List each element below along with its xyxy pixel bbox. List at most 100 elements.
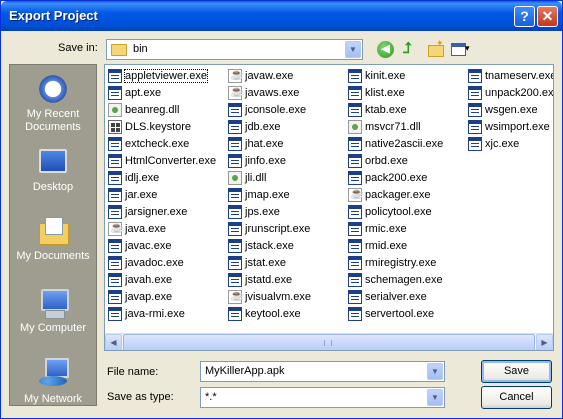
file-name: wsgen.exe	[485, 104, 538, 116]
save-in-dropdown[interactable]: bin ▼	[106, 39, 363, 60]
place-my-documents[interactable]: My Documents	[10, 215, 96, 263]
file-name: javaw.exe	[245, 70, 294, 82]
file-name: kinit.exe	[365, 70, 406, 82]
dll-file-icon	[228, 171, 242, 185]
exe-file-icon	[228, 307, 242, 321]
file-name: jar.exe	[125, 189, 158, 201]
my-computer-icon	[37, 287, 69, 319]
chevron-down-icon[interactable]: ▼	[345, 41, 361, 58]
exe-file-icon	[468, 120, 482, 134]
scroll-left-icon[interactable]: ◀	[105, 334, 122, 350]
place-label: My Network	[23, 393, 83, 405]
exe-file-icon	[468, 86, 482, 100]
chevron-down-icon[interactable]: ▼	[427, 363, 443, 380]
file-name: appletviewer.exe	[124, 69, 208, 83]
java-file-icon	[108, 221, 124, 236]
exe-file-icon	[228, 256, 242, 270]
java-file-icon	[228, 68, 244, 83]
exe-file-icon	[108, 154, 122, 168]
exe-file-icon	[228, 222, 242, 236]
place-label: My Documents	[16, 250, 90, 262]
java-file-icon	[228, 289, 244, 304]
place-my-network[interactable]: My Network	[10, 358, 96, 406]
file-name: jarsigner.exe	[125, 206, 188, 218]
file-name: jdb.exe	[245, 121, 281, 133]
file-name: jstack.exe	[245, 240, 294, 252]
place-desktop[interactable]: Desktop	[10, 145, 96, 194]
file-name: jvisualvm.exe	[245, 291, 312, 303]
file-name: packager.exe	[365, 189, 431, 201]
file-name: javap.exe	[125, 291, 173, 303]
cancel-button[interactable]: Cancel	[481, 386, 552, 409]
file-name: beanreg.dll	[125, 104, 180, 116]
exe-file-icon	[348, 137, 362, 151]
file-name: jrunscript.exe	[245, 223, 311, 235]
exe-file-icon	[348, 103, 362, 117]
folder-icon	[111, 44, 127, 56]
save-as-type-label: Save as type:	[107, 391, 174, 403]
file-name: tnameserv.exe	[485, 70, 554, 82]
exe-file-icon	[348, 222, 362, 236]
recent-documents-icon	[37, 73, 69, 105]
close-button[interactable]: ✕	[537, 6, 558, 27]
place-my-computer[interactable]: My Computer	[10, 287, 96, 335]
exe-file-icon	[108, 188, 122, 202]
exe-file-icon	[228, 103, 242, 117]
exe-file-icon	[228, 273, 242, 287]
save-as-type-value: *.*	[205, 391, 217, 403]
title-bar[interactable]: Export Project ? ✕	[1, 1, 562, 31]
exe-file-icon	[348, 273, 362, 287]
save-button[interactable]: Save	[481, 360, 552, 383]
file-name: orbd.exe	[365, 155, 408, 167]
new-folder-icon[interactable]	[426, 38, 446, 58]
views-menu-icon[interactable]	[450, 40, 470, 58]
file-name: java.exe	[125, 223, 166, 235]
export-project-dialog: Export Project ? ✕ Save in: bin ▼ ◀ ⮥ My…	[0, 0, 563, 419]
file-name: javac.exe	[125, 240, 172, 252]
file-list[interactable]: appletviewer.exe apt.exe beanreg.dll DLS.ke…	[104, 64, 554, 351]
file-name: msvcr71.dll	[365, 121, 421, 133]
back-icon[interactable]: ◀	[377, 41, 394, 58]
exe-file-icon	[228, 188, 242, 202]
scroll-right-icon[interactable]: ▶	[536, 334, 553, 350]
file-name: servertool.exe	[365, 308, 435, 320]
grip-icon	[324, 340, 332, 346]
save-in-value: bin	[133, 43, 148, 55]
scrollbar-thumb[interactable]	[123, 334, 535, 350]
java-file-icon	[228, 85, 244, 100]
chevron-down-icon[interactable]: ▼	[427, 389, 443, 406]
file-name: policytool.exe	[365, 206, 432, 218]
exe-file-icon	[108, 137, 122, 151]
file-name: xjc.exe	[485, 138, 520, 150]
place-label: Desktop	[32, 181, 74, 193]
exe-file-icon	[348, 290, 362, 304]
file-name: rmic.exe	[365, 223, 407, 235]
file-name: jstat.exe	[245, 257, 286, 269]
exe-file-icon	[228, 137, 242, 151]
exe-file-icon	[348, 205, 362, 219]
exe-file-icon	[228, 154, 242, 168]
save-in-label: Save in:	[58, 42, 98, 54]
file-name: rmid.exe	[365, 240, 408, 252]
file-name: jconsole.exe	[245, 104, 307, 116]
save-as-type-dropdown[interactable]: *.* ▼	[200, 387, 445, 408]
exe-file-icon	[108, 86, 122, 100]
exe-file-icon	[108, 256, 122, 270]
horizontal-scrollbar[interactable]: ◀ ▶	[105, 333, 553, 350]
exe-file-icon	[228, 239, 242, 253]
file-name: ktab.exe	[365, 104, 407, 116]
file-name: HtmlConverter.exe	[125, 155, 217, 167]
place-label: My Computer	[19, 322, 87, 334]
file-name-field[interactable]: MyKillerApp.apk ▼	[200, 361, 445, 382]
file-name: klist.exe	[365, 87, 405, 99]
exe-file-icon	[468, 103, 482, 117]
desktop-icon	[39, 149, 67, 173]
exe-file-icon	[228, 205, 242, 219]
place-recent-documents[interactable]: My Recent Documents	[10, 73, 96, 134]
exe-file-icon	[468, 137, 482, 151]
file-name: keytool.exe	[245, 308, 301, 320]
file-name: DLS.keystore	[125, 121, 192, 133]
exe-file-icon	[228, 120, 242, 134]
help-button[interactable]: ?	[514, 6, 535, 27]
up-folder-icon[interactable]: ⮥	[403, 40, 423, 58]
